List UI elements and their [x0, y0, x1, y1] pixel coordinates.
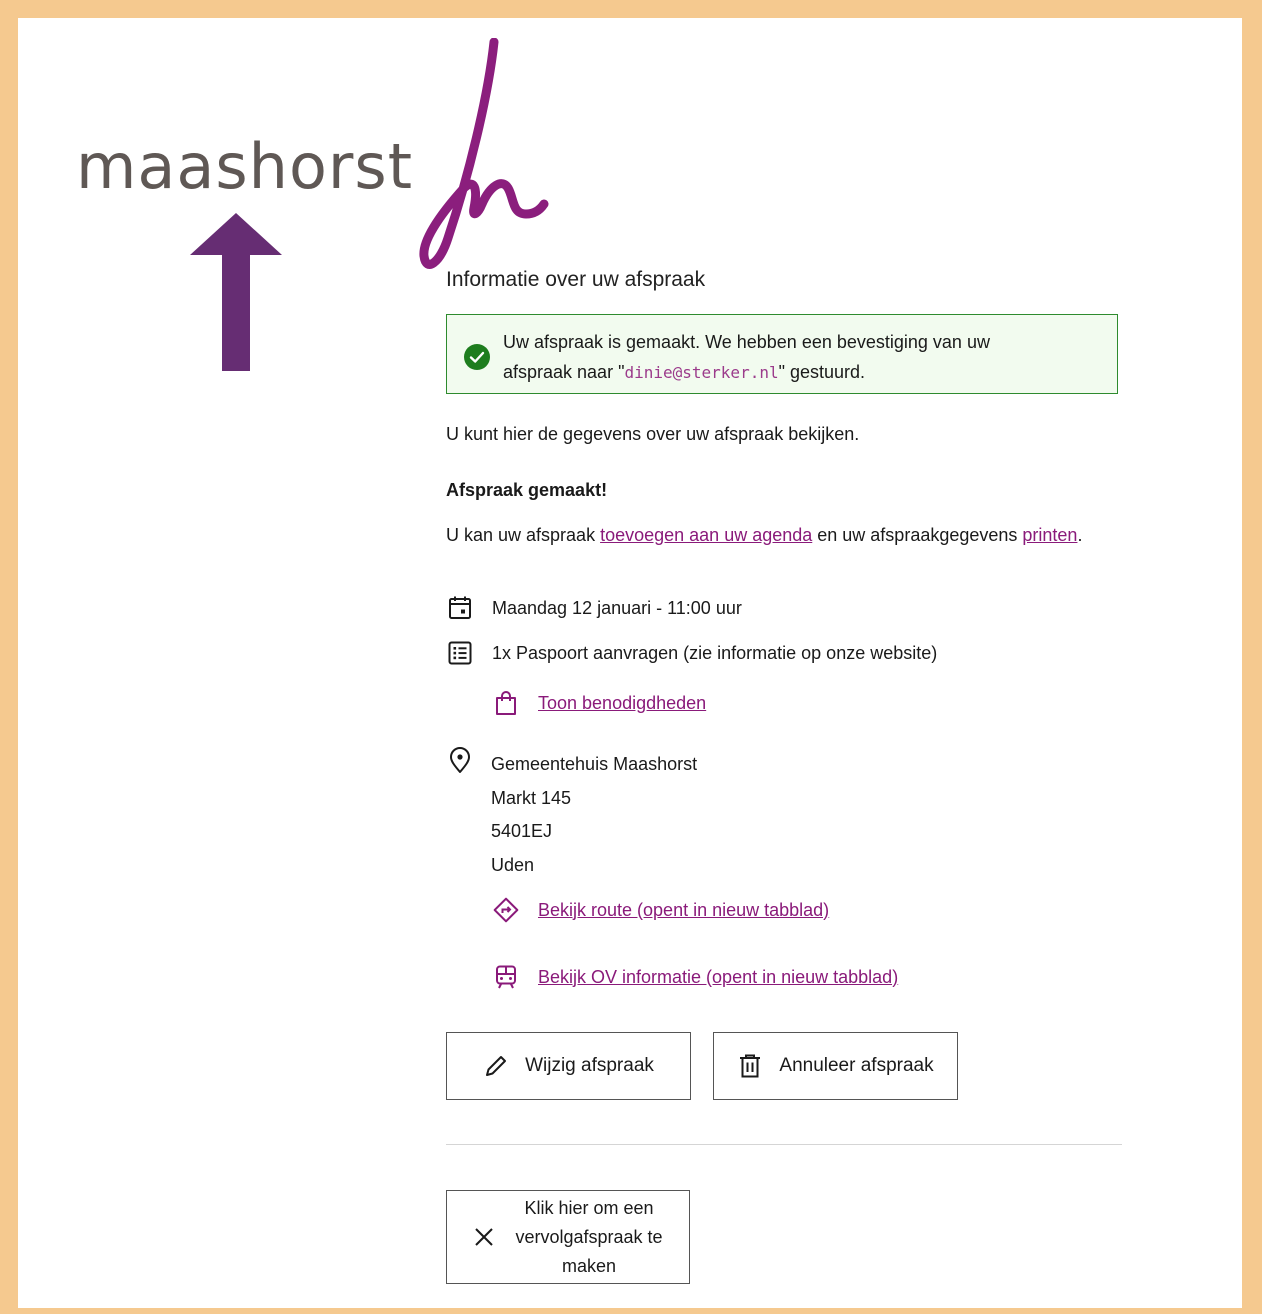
edit-appointment-button[interactable]: Wijzig afspraak — [446, 1032, 691, 1100]
calendar-icon — [449, 596, 471, 619]
cancel-appointment-label: Annuleer afspraak — [779, 1055, 934, 1076]
location-address: Gemeentehuis Maashorst Markt 145 5401EJ … — [491, 748, 697, 882]
train-icon — [496, 965, 516, 989]
list-icon — [448, 641, 472, 665]
alert-email: dinie@sterker.nl — [624, 363, 779, 382]
instructions-text-2: en uw afspraakgegevens — [812, 525, 1023, 545]
route-link[interactable]: Bekijk route (opent in nieuw tabblad) — [538, 900, 829, 921]
requirements-link-row[interactable]: Toon benodigdheden — [492, 689, 706, 717]
intro-text: U kunt hier de gegevens over uw afspraak… — [446, 424, 860, 444]
page-frame: maashorst Informatie over uw afspraak Uw… — [18, 18, 1242, 1308]
followup-appointment-button[interactable]: Klik hier om een vervolgafspraak te make… — [446, 1190, 690, 1284]
instructions-text-3: . — [1077, 525, 1083, 545]
print-link[interactable]: printen — [1022, 525, 1077, 545]
shopping-bag-icon — [496, 691, 516, 715]
cancel-appointment-button[interactable]: Annuleer afspraak — [713, 1032, 958, 1100]
edit-appointment-label: Wijzig afspraak — [525, 1055, 654, 1076]
alert-message: Uw afspraak is gemaakt. We hebben een be… — [503, 327, 1063, 388]
location-city: Uden — [491, 854, 535, 875]
check-circle-icon — [464, 344, 490, 370]
appointment-datetime: Maandag 12 januari - 11:00 uur — [492, 597, 742, 618]
maashorst-logo-mark — [419, 38, 549, 269]
followup-appointment-label: Klik hier om een vervolgafspraak te make… — [515, 1197, 663, 1276]
ov-link[interactable]: Bekijk OV informatie (opent in nieuw tab… — [538, 967, 898, 988]
appointment-datetime-row: Maandag 12 januari - 11:00 uur — [446, 594, 742, 622]
pencil-icon — [486, 1056, 507, 1076]
location-street: Markt 145 — [491, 787, 572, 808]
up-arrow-annotation — [190, 213, 282, 371]
location-name: Gemeentehuis Maashorst — [491, 754, 698, 774]
appointment-product: 1x Paspoort aanvragen (zie informatie op… — [492, 642, 938, 663]
add-to-agenda-link[interactable]: toevoegen aan uw agenda — [600, 525, 812, 545]
maashorst-logo-text: maashorst — [76, 130, 414, 203]
location-pin-icon — [450, 747, 470, 773]
alert-text-after: " gestuurd. — [778, 362, 866, 382]
instructions-paragraph: U kan uw afspraak toevoegen aan uw agend… — [446, 518, 1106, 552]
instructions-text-1: U kan uw afspraak — [446, 525, 601, 545]
requirements-link[interactable]: Toon benodigdheden — [538, 693, 706, 714]
directions-icon — [493, 897, 519, 923]
route-link-row[interactable]: Bekijk route (opent in nieuw tabblad) — [492, 896, 829, 924]
section-heading: Afspraak gemaakt! — [446, 480, 608, 500]
trash-icon — [740, 1054, 761, 1078]
appointment-product-row: 1x Paspoort aanvragen (zie informatie op… — [446, 639, 937, 667]
location-row — [446, 746, 492, 774]
location-postcode: 5401EJ — [491, 821, 553, 841]
close-icon — [475, 1228, 493, 1246]
ov-link-row[interactable]: Bekijk OV informatie (opent in nieuw tab… — [492, 963, 898, 991]
page-title: Informatie over uw afspraak — [446, 268, 706, 291]
section-divider — [446, 1144, 1122, 1145]
success-alert: Uw afspraak is gemaakt. We hebben een be… — [446, 314, 1118, 394]
